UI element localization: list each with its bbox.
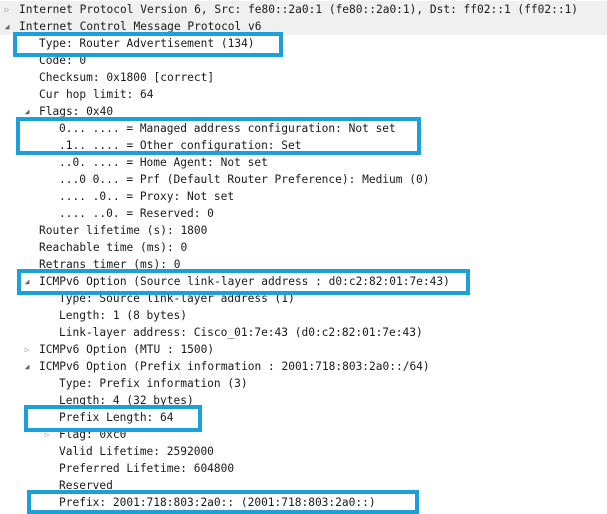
expand-arrow-icon[interactable]: ▷ bbox=[2, 1, 12, 18]
row-label: Reachable time (ms): 0 bbox=[39, 241, 188, 254]
row-label: ICMPv6 Option (Prefix information : 2001… bbox=[39, 360, 430, 373]
row-label: ICMPv6 Option (Source link-layer address… bbox=[39, 275, 450, 288]
tree-row-flag-reserved[interactable]: .... ..0. = Reserved: 0 bbox=[0, 205, 607, 222]
tree-row-prefix-flag[interactable]: ▷ Flag: 0xc0 bbox=[0, 426, 607, 443]
row-label: Prefix Length: 64 bbox=[59, 411, 174, 424]
tree-row-checksum[interactable]: Checksum: 0x1800 [correct] bbox=[0, 69, 607, 86]
row-label: Length: 4 (32 bytes) bbox=[59, 394, 194, 407]
row-label: .... ..0. = Reserved: 0 bbox=[59, 207, 214, 220]
tree-row-flag-managed[interactable]: 0... .... = Managed address configuratio… bbox=[0, 120, 607, 137]
tree-row-code[interactable]: Code: 0 bbox=[0, 52, 607, 69]
tree-row-option-length[interactable]: Length: 1 (8 bytes) bbox=[0, 307, 607, 324]
tree-row-flag-proxy[interactable]: .... .0.. = Proxy: Not set bbox=[0, 188, 607, 205]
tree-row-flags[interactable]: ◢ Flags: 0x40 bbox=[0, 103, 607, 120]
tree-row-icmpv6[interactable]: ◢ Internet Control Message Protocol v6 bbox=[0, 18, 607, 35]
row-label: Reserved bbox=[59, 479, 113, 492]
tree-row-reachable-time[interactable]: Reachable time (ms): 0 bbox=[0, 239, 607, 256]
row-label: .1.. .... = Other configuration: Set bbox=[59, 139, 302, 152]
tree-row-ipv6[interactable]: ▷ Internet Protocol Version 6, Src: fe80:… bbox=[0, 1, 607, 18]
tree-row-cur-hop-limit[interactable]: Cur hop limit: 64 bbox=[0, 86, 607, 103]
tree-row-valid-lifetime[interactable]: Valid Lifetime: 2592000 bbox=[0, 443, 607, 460]
tree-row-preferred-lifetime[interactable]: Preferred Lifetime: 604800 bbox=[0, 460, 607, 477]
expand-arrow-icon[interactable]: ▷ bbox=[42, 426, 52, 443]
row-label: ..0. .... = Home Agent: Not set bbox=[59, 156, 268, 169]
row-label: Type: Prefix information (3) bbox=[59, 377, 248, 390]
tree-row-type[interactable]: Type: Router Advertisement (134) bbox=[0, 35, 607, 52]
collapse-arrow-icon[interactable]: ◢ bbox=[22, 273, 32, 290]
row-label: Checksum: 0x1800 [correct] bbox=[39, 71, 215, 84]
tree-row-option-mtu[interactable]: ▷ ICMPv6 Option (MTU : 1500) bbox=[0, 341, 607, 358]
tree-row-option-type[interactable]: Type: Source link-layer address (1) bbox=[0, 290, 607, 307]
tree-row-option-source-lla[interactable]: ◢ ICMPv6 Option (Source link-layer addres… bbox=[0, 273, 607, 290]
row-label: Retrans timer (ms): 0 bbox=[39, 258, 181, 271]
tree-row-prefix-type[interactable]: Type: Prefix information (3) bbox=[0, 375, 607, 392]
row-label: 0... .... = Managed address configuratio… bbox=[59, 122, 396, 135]
row-label: Valid Lifetime: 2592000 bbox=[59, 445, 214, 458]
row-label: Preferred Lifetime: 604800 bbox=[59, 462, 235, 475]
row-label: Router lifetime (s): 1800 bbox=[39, 224, 208, 237]
tree-row-router-lifetime[interactable]: Router lifetime (s): 1800 bbox=[0, 222, 607, 239]
row-label: Flags: 0x40 bbox=[39, 105, 114, 118]
tree-row-flag-prf[interactable]: ...0 0... = Prf (Default Router Preferen… bbox=[0, 171, 607, 188]
row-label: Internet Control Message Protocol v6 bbox=[19, 20, 262, 33]
tree-row-prefix-length[interactable]: Prefix Length: 64 bbox=[0, 409, 607, 426]
packet-details-tree: ▷ Internet Protocol Version 6, Src: fe80:… bbox=[0, 1, 607, 511]
tree-row-option-prefix-info[interactable]: ◢ ICMPv6 Option (Prefix information : 200… bbox=[0, 358, 607, 375]
collapse-arrow-icon[interactable]: ◢ bbox=[22, 103, 32, 120]
tree-row-flag-home-agent[interactable]: ..0. .... = Home Agent: Not set bbox=[0, 154, 607, 171]
row-label: ICMPv6 Option (MTU : 1500) bbox=[39, 343, 215, 356]
row-label: Internet Protocol Version 6, Src: fe80::… bbox=[19, 3, 579, 16]
row-label: Type: Source link-layer address (1) bbox=[59, 292, 295, 305]
row-label: ...0 0... = Prf (Default Router Preferen… bbox=[59, 173, 430, 186]
tree-row-link-layer-address[interactable]: Link-layer address: Cisco_01:7e:43 (d0:c… bbox=[0, 324, 607, 341]
row-label: Link-layer address: Cisco_01:7e:43 (d0:c… bbox=[59, 326, 423, 339]
collapse-arrow-icon[interactable]: ◢ bbox=[22, 358, 32, 375]
tree-row-retrans-timer[interactable]: Retrans timer (ms): 0 bbox=[0, 256, 607, 273]
tree-row-reserved[interactable]: Reserved bbox=[0, 477, 607, 494]
expand-arrow-icon[interactable]: ▷ bbox=[22, 341, 32, 358]
row-label: Code: 0 bbox=[39, 54, 87, 67]
tree-row-prefix-option-length[interactable]: Length: 4 (32 bytes) bbox=[0, 392, 607, 409]
row-label: Prefix: 2001:718:803:2a0:: (2001:718:803… bbox=[59, 496, 376, 509]
tree-row-flag-other[interactable]: .1.. .... = Other configuration: Set bbox=[0, 137, 607, 154]
row-label: Flag: 0xc0 bbox=[59, 428, 127, 441]
tree-row-prefix[interactable]: Prefix: 2001:718:803:2a0:: (2001:718:803… bbox=[0, 494, 607, 511]
row-label: .... .0.. = Proxy: Not set bbox=[59, 190, 235, 203]
collapse-arrow-icon[interactable]: ◢ bbox=[2, 18, 12, 35]
row-label: Length: 1 (8 bytes) bbox=[59, 309, 187, 322]
row-label: Cur hop limit: 64 bbox=[39, 88, 154, 101]
row-label: Type: Router Advertisement (134) bbox=[39, 37, 255, 50]
